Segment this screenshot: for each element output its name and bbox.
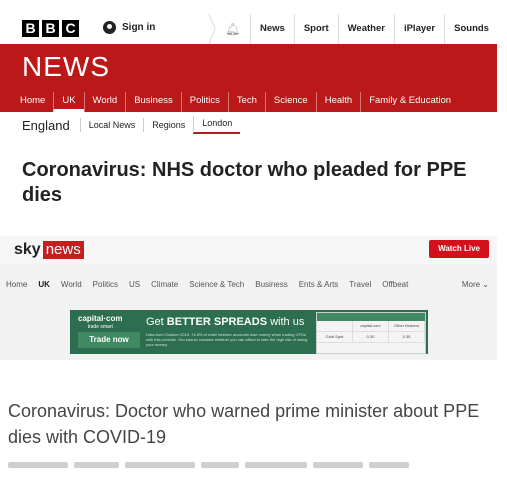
sky-section-nav: Home UK World Politics US Climate Scienc… [6,280,419,289]
ad-table-cell: Other Brokers [389,321,425,331]
ad-table-head-row: capital.com Other Brokers [317,321,425,332]
nav-weather[interactable]: Weather [337,14,394,44]
sky-nav-uk[interactable]: UK [38,280,50,289]
sky-nav-politics[interactable]: Politics [93,280,118,289]
ad-table-cell: 0.35 [389,332,425,342]
sky-header: sky news Watch Live [0,236,497,264]
ad-brand-name: capital·com [78,314,123,323]
ad-table-top-bar [317,313,425,321]
sky-nav-climate[interactable]: Climate [151,280,178,289]
sub-nav-london[interactable]: London [193,116,241,134]
news-nav-science[interactable]: Science [264,92,316,112]
ad-headline-suffix: with us [267,316,305,328]
ad-table-cell: capital.com [353,321,389,331]
news-section-nav: Home UK World Business Politics Tech Sci… [12,92,459,112]
ad-table-cell: Gold Spot [317,332,353,342]
sub-nav-regions[interactable]: Regions [143,118,193,132]
news-nav-politics[interactable]: Politics [180,92,228,112]
news-nav-tech[interactable]: Tech [227,92,265,112]
ad-brand-tag: trade smart [87,324,113,330]
sky-article-headline: Coronavirus: Doctor who warned prime min… [8,401,480,447]
sky-news-section: sky news Watch Live Home UK World Politi… [0,236,497,360]
sky-article-intro-cropped [8,462,428,470]
chevron-down-icon: ⌄ [482,280,489,289]
ad-headline: Get BETTER SPREADS with us [146,316,304,328]
news-nav-health[interactable]: Health [315,92,360,112]
sky-logo-word: sky [14,241,41,258]
sky-nav-business[interactable]: Business [255,280,287,289]
user-icon [103,21,116,34]
nav-news[interactable]: News [250,14,294,44]
ad-table-row: Gold Spot 0.30 0.35 [317,332,425,343]
sky-news-logo[interactable]: sky news [14,241,84,259]
watch-live-button[interactable]: Watch Live [429,240,489,258]
sky-nav-offbeat[interactable]: Offbeat [382,280,408,289]
bell-icon[interactable]: 🔔︎ [225,22,240,36]
sign-in-label: Sign in [122,22,156,33]
news-wordmark[interactable]: NEWS [22,51,110,83]
sky-nav-travel[interactable]: Travel [349,280,371,289]
bbc-logo[interactable]: B B C [22,20,79,37]
ad-headline-bold: BETTER SPREADS [166,316,268,328]
sky-nav-ents-arts[interactable]: Ents & Arts [299,280,339,289]
news-nav-home[interactable]: Home [12,92,53,112]
ad-trade-now-button[interactable]: Trade now [78,332,140,348]
bbc-logo-letter: C [62,20,79,37]
region-title[interactable]: England [22,118,70,133]
sky-nav-world[interactable]: World [61,280,82,289]
ad-table-cell [317,321,353,331]
bbc-top-bar: B B C Sign in 🔔︎ News Sport Weather iPla… [0,0,507,44]
sky-nav-science-tech[interactable]: Science & Tech [189,280,244,289]
ad-spread-table: capital.com Other Brokers Gold Spot 0.30… [316,312,426,354]
bbc-logo-letter: B [42,20,59,37]
ad-headline-prefix: Get [146,316,167,328]
region-sub-nav: England Local News Regions London [22,114,241,136]
bbc-article-headline: Coronavirus: NHS doctor who pleaded for … [22,159,467,206]
ad-small-print: Data from October 2019. 74.8% of retail … [146,332,308,347]
nav-sport[interactable]: Sport [293,14,338,44]
ad-brand-logo: capital·com trade smart [78,314,122,332]
sub-nav-local-news[interactable]: Local News [79,118,144,132]
bbc-logo-letter: B [22,20,39,37]
sign-in-link[interactable]: Sign in [103,21,155,34]
news-nav-family-education[interactable]: Family & Education [360,92,459,112]
sky-logo-news: news [42,241,84,259]
news-nav-world[interactable]: World [83,92,126,112]
nav-iplayer[interactable]: iPlayer [393,14,444,44]
sky-more-menu[interactable]: More ⌄ [462,280,489,289]
news-banner: NEWS Home UK World Business Politics Tec… [0,44,497,112]
advert-banner[interactable]: capital·com trade smart Trade now Get BE… [70,310,428,354]
bbc-global-nav: News Sport Weather iPlayer Sounds [250,14,498,44]
nav-sounds[interactable]: Sounds [444,14,498,44]
ad-table-cell: 0.30 [353,332,389,342]
news-nav-uk[interactable]: UK [53,92,84,112]
sky-more-label: More [461,280,481,289]
news-nav-business[interactable]: Business [125,92,181,112]
sky-nav-home[interactable]: Home [6,280,27,289]
chevron-separator-icon [208,14,216,44]
sky-nav-us[interactable]: US [129,280,140,289]
